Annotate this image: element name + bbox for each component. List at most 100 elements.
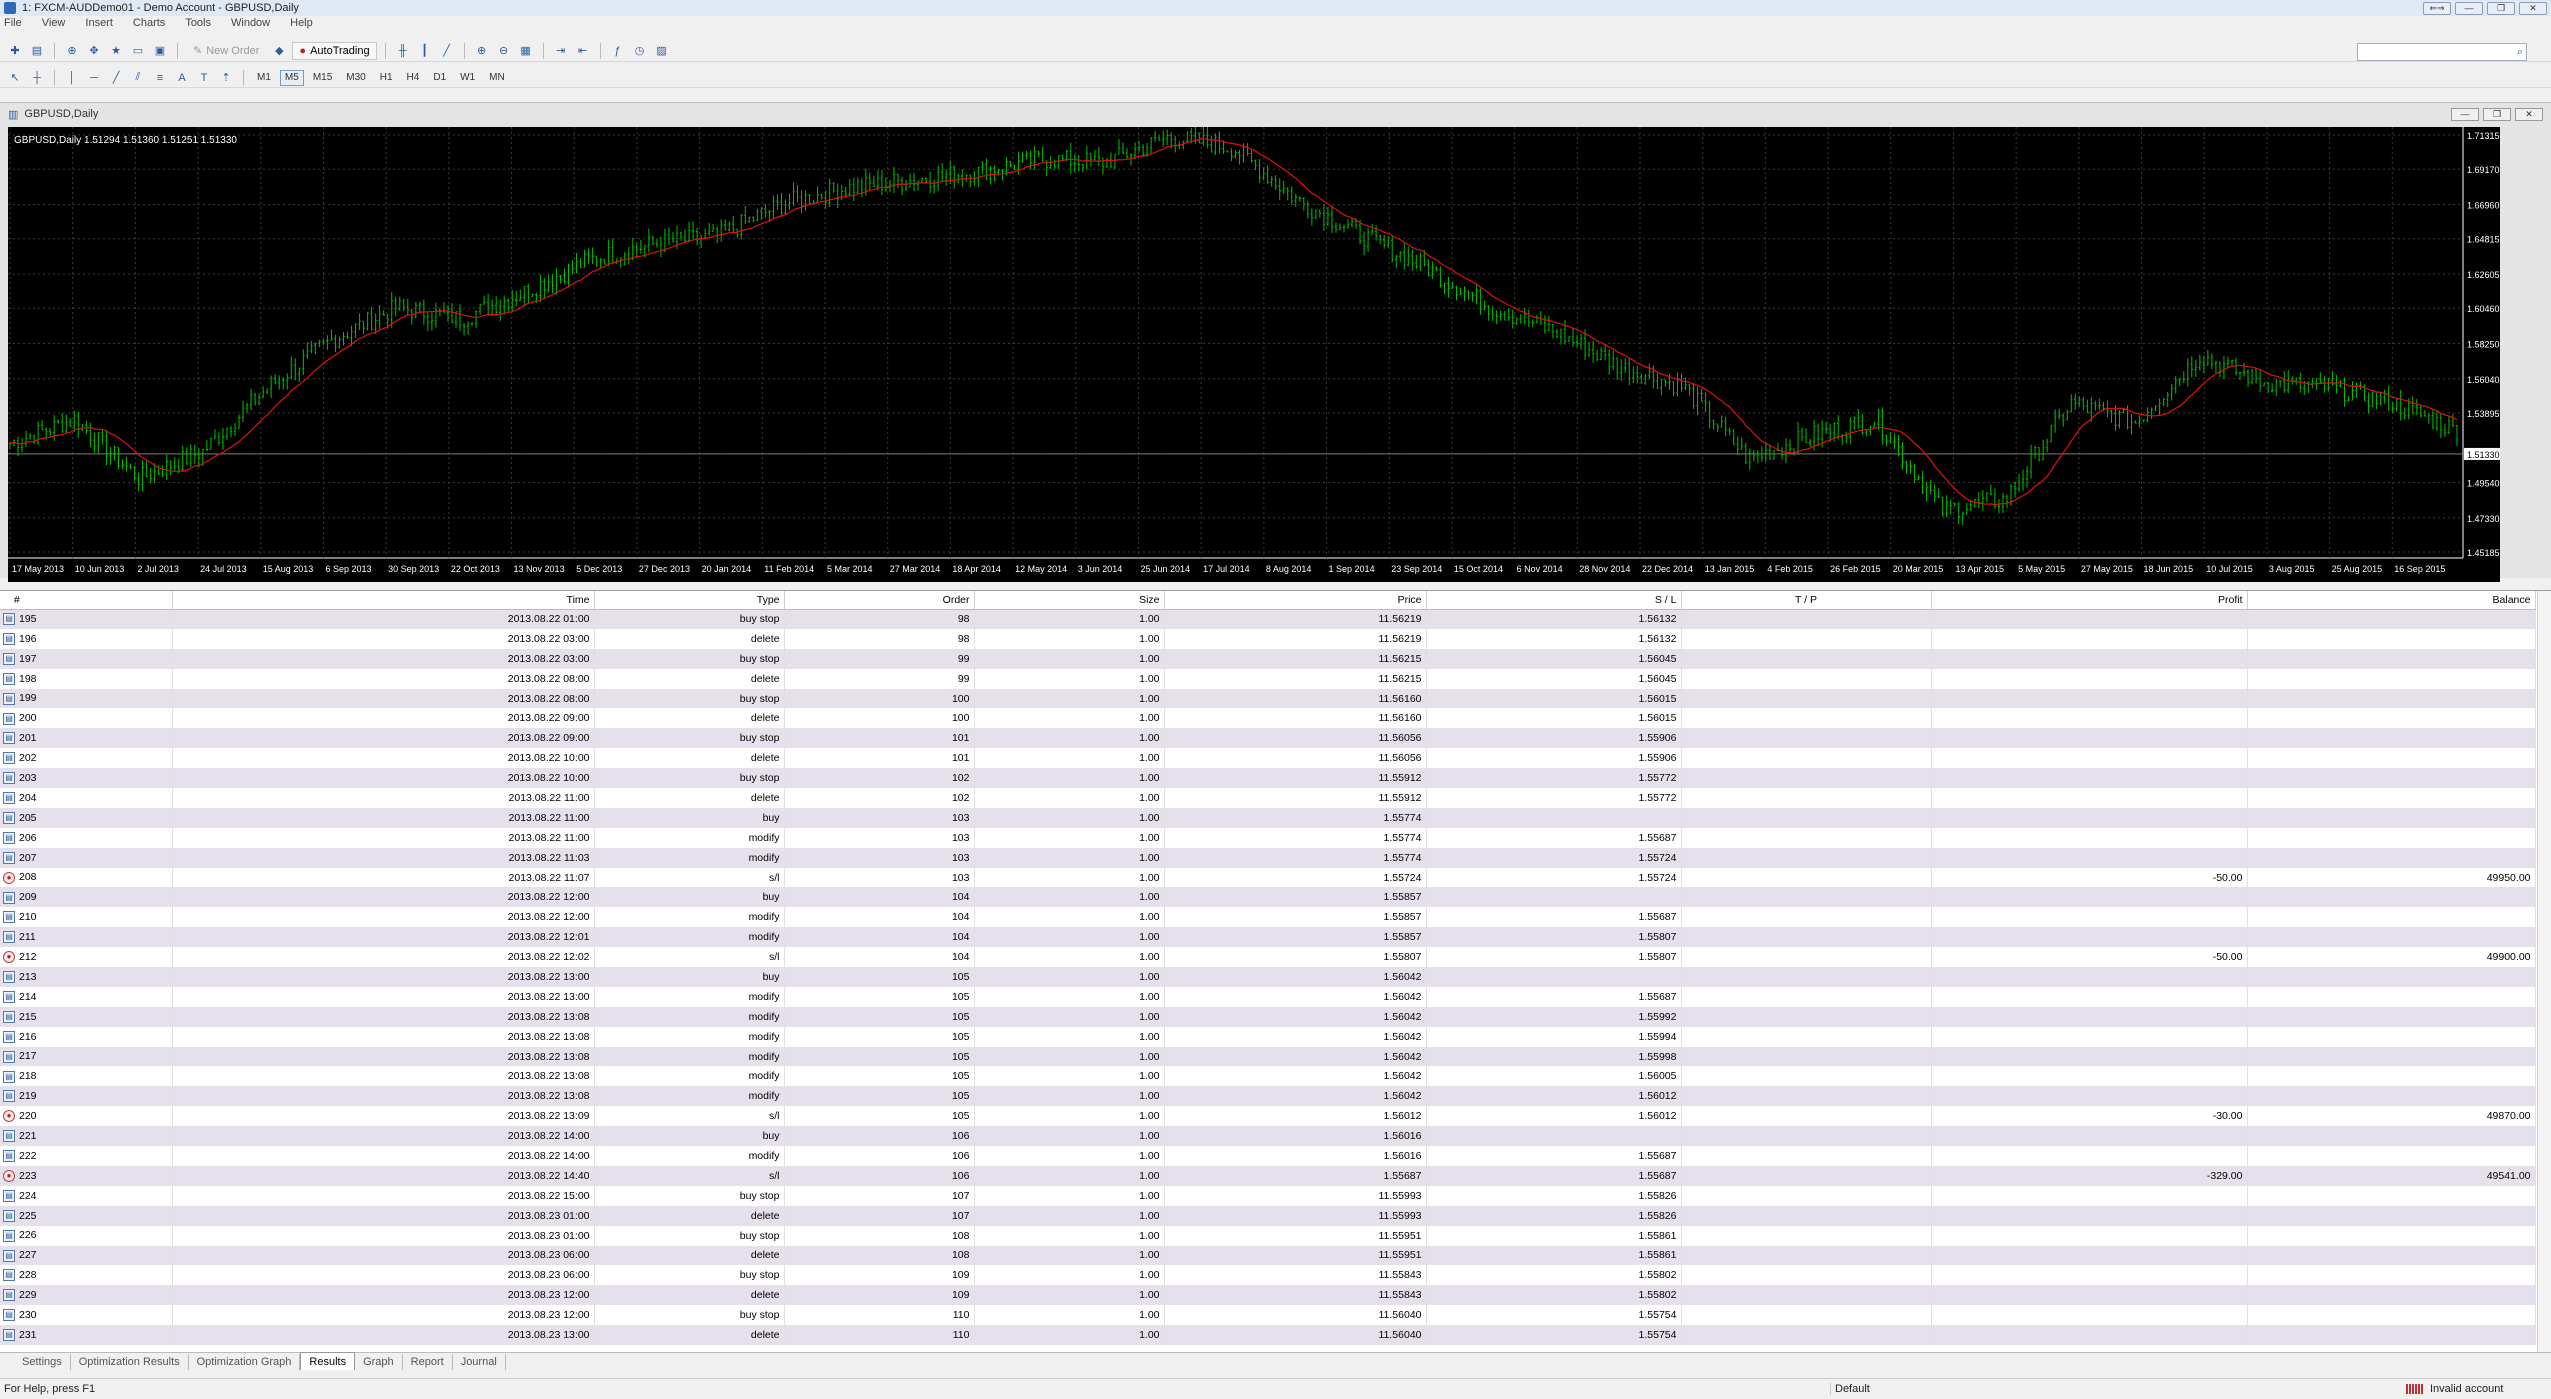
new-chart-icon[interactable]: ✚ xyxy=(6,43,24,59)
table-row[interactable]: ● 223 2013.08.22 14:40 s/l 106 1.00 1.55687 1.5… xyxy=(0,1165,2536,1186)
maximize-button[interactable]: ❐ xyxy=(2487,1,2515,15)
menu-tools[interactable]: Tools xyxy=(185,17,211,29)
table-row[interactable]: ▤ 200 2013.08.22 09:00 delete 100 1.00 11.5616… xyxy=(0,708,2536,729)
metaeditor-icon[interactable]: ◆ xyxy=(270,43,288,59)
strategy-tester-icon[interactable]: ▣ xyxy=(151,43,169,59)
tab-graph[interactable]: Graph xyxy=(355,1354,403,1370)
chart-close-button[interactable]: ✕ xyxy=(2515,107,2543,121)
menu-window[interactable]: Window xyxy=(231,17,270,29)
table-row[interactable]: ▤ 214 2013.08.22 13:00 modify 105 1.00 1.56042… xyxy=(0,986,2536,1007)
menu-insert[interactable]: Insert xyxy=(85,17,113,29)
zoom-in-icon[interactable]: ⊕ xyxy=(473,43,491,59)
market-watch-icon[interactable]: ⊕ xyxy=(63,43,81,59)
autoscroll-icon[interactable]: ⇥ xyxy=(552,43,570,59)
table-row[interactable]: ▤ 202 2013.08.22 10:00 delete 101 1.00 11.5605… xyxy=(0,748,2536,769)
profiles-icon[interactable]: ▤ xyxy=(28,43,46,59)
zoom-out-icon[interactable]: ⊖ xyxy=(495,43,513,59)
timeframe-w1[interactable]: W1 xyxy=(455,70,480,86)
autotrading-button[interactable]: ● AutoTrading xyxy=(292,41,377,60)
chart-shift-icon[interactable]: ⇤ xyxy=(574,43,592,59)
timeframe-d1[interactable]: D1 xyxy=(428,70,451,86)
col-header-time[interactable]: Time xyxy=(172,591,595,610)
col-header-order[interactable]: Order xyxy=(784,591,975,610)
table-row[interactable]: ▤ 203 2013.08.22 10:00 buy stop 102 1.00 11.55… xyxy=(0,768,2536,789)
tab-report[interactable]: Report xyxy=(403,1354,453,1370)
timeframe-h1[interactable]: H1 xyxy=(375,70,398,86)
table-row[interactable]: ▤ 209 2013.08.22 12:00 buy 104 1.00 1.55857 xyxy=(0,887,2536,908)
table-row[interactable]: ▤ 197 2013.08.22 03:00 buy stop 99 1.00 11.562… xyxy=(0,648,2536,669)
table-row[interactable]: ▤ 221 2013.08.22 14:00 buy 106 1.00 1.56016 xyxy=(0,1126,2536,1147)
table-row[interactable]: ● 220 2013.08.22 13:09 s/l 105 1.00 1.56012 1.5… xyxy=(0,1106,2536,1127)
terminal-icon[interactable]: ▭ xyxy=(129,43,147,59)
timeframe-m30[interactable]: M30 xyxy=(341,70,370,86)
table-row[interactable]: ▤ 217 2013.08.22 13:08 modify 105 1.00 1.56042… xyxy=(0,1046,2536,1067)
menu-file[interactable]: File xyxy=(4,17,22,29)
crosshair-icon[interactable]: ┼ xyxy=(28,70,46,86)
table-row[interactable]: ▤ 224 2013.08.22 15:00 buy stop 107 1.00 11.55… xyxy=(0,1185,2536,1206)
timeframe-h4[interactable]: H4 xyxy=(402,70,425,86)
menu-view[interactable]: View xyxy=(42,17,66,29)
table-row[interactable]: ▤ 231 2013.08.23 13:00 delete 110 1.00 11.5604… xyxy=(0,1325,2536,1345)
tab-optimization-results[interactable]: Optimization Results xyxy=(71,1354,189,1370)
tab-results[interactable]: Results xyxy=(300,1352,356,1370)
channel-icon[interactable]: ⫽ xyxy=(129,70,147,86)
table-row[interactable]: ▤ 230 2013.08.23 12:00 buy stop 110 1.00 11.56… xyxy=(0,1305,2536,1326)
indicators-icon[interactable]: ƒ xyxy=(609,43,627,59)
close-button[interactable]: ✕ xyxy=(2519,1,2547,15)
timeframe-m5[interactable]: M5 xyxy=(279,69,304,86)
minimize-button[interactable]: — xyxy=(2455,1,2483,15)
table-row[interactable]: ▤ 199 2013.08.22 08:00 buy stop 100 1.00 11.56… xyxy=(0,688,2536,709)
table-row[interactable]: ▤ 215 2013.08.22 13:08 modify 105 1.00 1.56042… xyxy=(0,1006,2536,1027)
results-scrollbar[interactable] xyxy=(2537,591,2551,1353)
table-row[interactable]: ▤ 216 2013.08.22 13:08 modify 105 1.00 1.56042… xyxy=(0,1026,2536,1047)
menu-charts[interactable]: Charts xyxy=(133,17,165,29)
table-row[interactable]: ▤ 196 2013.08.22 03:00 delete 98 1.00 11.56219… xyxy=(0,628,2536,649)
tab-settings[interactable]: Settings xyxy=(14,1354,71,1370)
trendline-icon[interactable]: ╱ xyxy=(107,70,125,86)
col-header-size[interactable]: Size xyxy=(974,591,1165,610)
restore-layout-button[interactable]: ⇐⇒ xyxy=(2423,1,2451,15)
col-header-number[interactable]: # xyxy=(0,591,173,610)
col-header-balance[interactable]: Balance xyxy=(2247,591,2536,610)
table-row[interactable]: ▤ 228 2013.08.23 06:00 buy stop 109 1.00 11.55… xyxy=(0,1265,2536,1286)
table-row[interactable]: ▤ 198 2013.08.22 08:00 delete 99 1.00 11.56215… xyxy=(0,668,2536,689)
col-header-sl[interactable]: S / L xyxy=(1426,591,1682,610)
table-row[interactable]: ▤ 204 2013.08.22 11:00 delete 102 1.00 11.5591… xyxy=(0,788,2536,808)
timeframe-m1[interactable]: M1 xyxy=(252,70,276,86)
line-chart-icon[interactable]: ╱ xyxy=(438,43,456,59)
table-row[interactable]: ▤ 211 2013.08.22 12:01 modify 104 1.00 1.55857… xyxy=(0,927,2536,948)
col-header-tp[interactable]: T / P xyxy=(1681,591,1932,610)
menu-help[interactable]: Help xyxy=(290,17,313,29)
timeframe-mn[interactable]: MN xyxy=(484,70,510,86)
chart-restore-button[interactable]: ❐ xyxy=(2483,107,2511,121)
arrows-icon[interactable]: ⇡ xyxy=(217,70,235,86)
price-chart[interactable]: 1.71315 1.69170 1.66960 1.64815 1.62605 1.604… xyxy=(8,127,2500,582)
cursor-icon[interactable]: ↖ xyxy=(6,70,24,86)
search-input[interactable]: ⌕ xyxy=(2357,43,2527,61)
fibonacci-icon[interactable]: ≡ xyxy=(151,70,169,86)
chart-minimize-button[interactable]: — xyxy=(2451,107,2479,121)
col-header-type[interactable]: Type xyxy=(594,591,785,610)
tab-journal[interactable]: Journal xyxy=(453,1354,506,1370)
table-row[interactable]: ▤ 226 2013.08.23 01:00 buy stop 108 1.00 11.55… xyxy=(0,1225,2536,1246)
table-row[interactable]: ▤ 205 2013.08.22 11:00 buy 103 1.00 1.55774 xyxy=(0,807,2536,828)
candlestick-icon[interactable]: ┃ xyxy=(416,43,434,59)
tile-windows-icon[interactable]: ▦ xyxy=(517,43,535,59)
table-row[interactable]: ▤ 229 2013.08.23 12:00 delete 109 1.00 11.5584… xyxy=(0,1285,2536,1306)
table-row[interactable]: ▤ 201 2013.08.22 09:00 buy stop 101 1.00 11.56… xyxy=(0,728,2536,749)
bar-chart-icon[interactable]: ╫ xyxy=(394,43,412,59)
tab-optimization-graph[interactable]: Optimization Graph xyxy=(189,1354,301,1370)
data-window-icon[interactable]: ✥ xyxy=(85,43,103,59)
col-header-profit[interactable]: Profit xyxy=(1931,591,2248,610)
templates-icon[interactable]: ▨ xyxy=(653,43,671,59)
table-row[interactable]: ▤ 218 2013.08.22 13:08 modify 105 1.00 1.56042… xyxy=(0,1066,2536,1087)
table-row[interactable]: ● 208 2013.08.22 11:07 s/l 103 1.00 1.55724 1.5… xyxy=(0,867,2536,888)
horizontal-line-icon[interactable]: ─ xyxy=(85,70,103,86)
text-icon[interactable]: A xyxy=(173,70,191,86)
text-label-icon[interactable]: T xyxy=(195,70,213,86)
vertical-line-icon[interactable]: │ xyxy=(63,70,81,86)
periods-icon[interactable]: ◷ xyxy=(631,43,649,59)
col-header-price[interactable]: Price xyxy=(1164,591,1427,610)
table-row[interactable]: ▤ 210 2013.08.22 12:00 modify 104 1.00 1.55857… xyxy=(0,907,2536,928)
timeframe-m15[interactable]: M15 xyxy=(308,70,337,86)
